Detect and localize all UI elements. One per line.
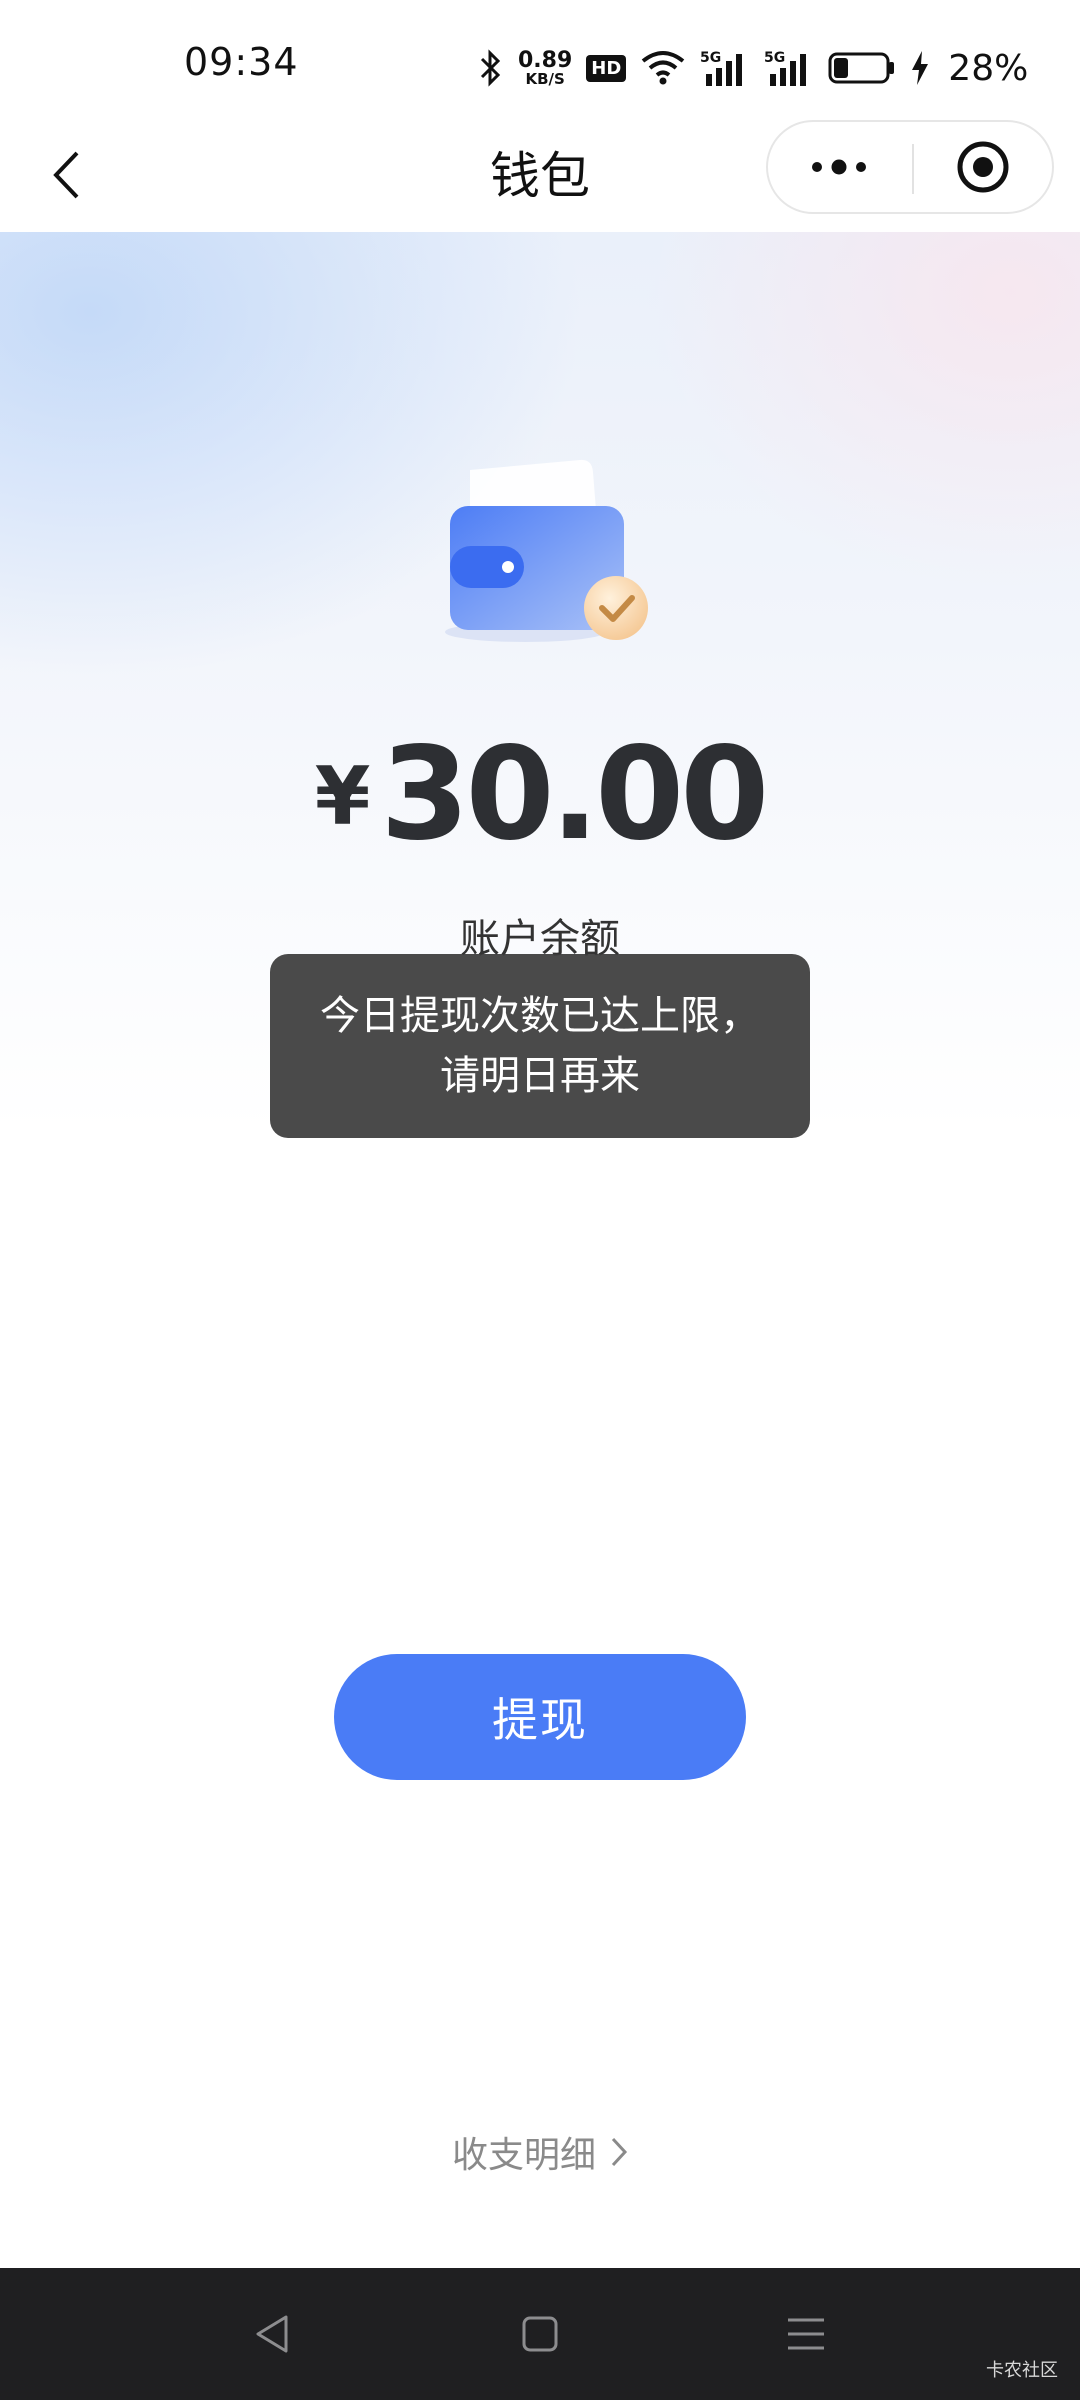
wifi-icon [642,51,685,85]
hd-badge: HD [586,54,627,82]
menu-lines-icon [788,2318,824,2350]
more-button[interactable] [768,122,910,212]
net-speed-unit: KB/S [525,69,565,88]
net-speed-value: 0.89 [518,47,573,73]
battery-percent: 28% [948,47,1029,89]
withdraw-button[interactable]: 提现 [334,1654,746,1780]
signal-5g-icon-1: 5G [700,50,743,86]
toast: 今日提现次数已达上限，请明日再来 [270,954,810,1138]
chevron-right-icon [611,2137,628,2167]
square-home-icon [522,2316,558,2352]
status-time: 09:34 [184,40,299,84]
system-menu-button[interactable] [766,2296,846,2372]
close-mini-program-button[interactable] [914,122,1052,212]
net-speed: 0.89 KB/S [518,47,573,88]
charging-icon [912,51,929,85]
watermark: 卡农社区 [986,2360,1058,2381]
transaction-details-link[interactable]: 收支明细 [0,2126,1080,2178]
triangle-back-icon [256,2315,288,2353]
status-icons: 0.89 KB/S HD 5G 5G 28% [478,44,1028,92]
signal-label-1: 5G [700,50,721,66]
wallet-icon [445,459,648,642]
more-dots-icon [812,159,866,175]
currency-symbol: ¥ [314,750,371,843]
target-circle-icon [957,141,1009,193]
system-back-button[interactable] [232,2296,312,2372]
mini-program-capsule [766,120,1054,214]
signal-label-2: 5G [764,50,785,66]
battery-icon [828,52,895,84]
bluetooth-icon [480,49,501,87]
signal-5g-icon-2: 5G [764,50,807,86]
nav-bar: 钱包 [0,120,1080,232]
system-nav-bar: 卡农社区 [0,2268,1080,2400]
system-home-button[interactable] [500,2296,580,2372]
status-bar: 09:34 0.89 KB/S HD 5G 5G 28% [0,0,1080,120]
details-label: 收支明细 [451,2135,596,2176]
balance-amount: 30.00 [380,720,769,869]
balance-display: ¥30.00 [0,720,1080,869]
toast-message: 今日提现次数已达上限，请明日再来 [320,993,760,1099]
